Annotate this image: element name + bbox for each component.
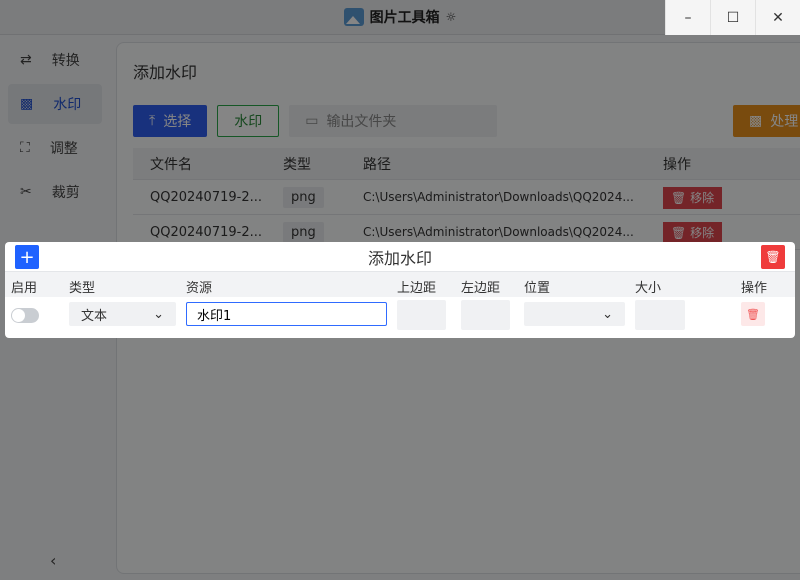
app-logo-icon — [343, 8, 364, 26]
delete-all-button[interactable]: 🗑 — [761, 245, 785, 269]
watermark-row: 文本 ⌄ ⌄ 🗑 — [5, 297, 795, 337]
left-margin-input[interactable] — [461, 300, 510, 330]
scissors-icon: ✂ — [20, 184, 32, 200]
column-header: 操作 — [663, 156, 691, 173]
column-header: 路径 — [363, 156, 391, 173]
resize-icon: ⛶ — [20, 140, 30, 156]
type-tag: png — [283, 221, 324, 243]
close-button[interactable]: ✕ — [755, 0, 800, 35]
output-placeholder: 输出文件夹 — [326, 114, 397, 130]
select-button[interactable]: ⤒ 选择 — [133, 105, 208, 137]
remove-button[interactable]: 🗑 移除 — [663, 186, 723, 209]
trash-icon: 🗑 — [746, 307, 760, 321]
page-title: 添加水印 — [133, 63, 198, 82]
column-header: 大小 — [635, 281, 662, 296]
sidebar-item-watermark[interactable]: ▩ 水印 — [8, 84, 102, 124]
column-header: 左边距 — [461, 281, 501, 296]
type-select[interactable]: 文本 ⌄ — [69, 302, 176, 326]
minimize-button[interactable]: – — [665, 0, 710, 35]
file-path: C:\Users\Administrator\Downloads\QQ2024.… — [363, 225, 634, 239]
file-name: QQ20240719-2... — [150, 224, 262, 240]
delete-row-button[interactable]: 🗑 — [741, 302, 765, 326]
file-path: C:\Users\Administrator\Downloads\QQ2024.… — [363, 190, 634, 204]
column-header: 上边距 — [397, 281, 437, 296]
sidebar-item-label: 调整 — [49, 141, 78, 157]
window-controls: – ☐ ✕ — [665, 0, 800, 35]
process-label: 处理 — [770, 114, 799, 130]
maximize-button[interactable]: ☐ — [710, 0, 755, 35]
trash-icon: 🗑 — [765, 250, 781, 264]
watermark-table-header: 启用 类型 资源 上边距 左边距 位置 大小 操作 — [5, 272, 795, 297]
column-header: 启用 — [11, 281, 38, 296]
column-header: 位置 — [524, 281, 551, 296]
sidebar-item-convert[interactable]: ⇄ 转换 — [8, 40, 102, 80]
process-button[interactable]: ▩ 处理 — [733, 105, 800, 137]
sidebar-item-label: 转换 — [51, 53, 80, 69]
file-name: QQ20240719-2... — [150, 189, 262, 205]
dialog-title: 添加水印 — [367, 248, 432, 268]
column-header: 文件名 — [150, 156, 192, 173]
remove-label: 移除 — [690, 190, 715, 205]
chevron-down-icon: ⌄ — [153, 306, 164, 322]
type-tag: png — [283, 186, 324, 208]
sidebar-item-adjust[interactable]: ⛶ 调整 — [8, 128, 102, 168]
position-select[interactable]: ⌄ — [524, 302, 625, 326]
column-header: 类型 — [283, 156, 311, 173]
column-header: 资源 — [186, 281, 213, 296]
enable-toggle[interactable] — [11, 308, 39, 323]
upload-icon: ⤒ — [149, 113, 156, 129]
add-watermark-button[interactable]: + — [15, 245, 39, 269]
column-header: 类型 — [69, 281, 96, 296]
sidebar-item-crop[interactable]: ✂ 裁剪 — [8, 172, 102, 212]
resource-input[interactable] — [186, 302, 387, 326]
process-icon: ▩ — [749, 113, 763, 129]
file-table: 文件名 类型 路径 操作 QQ20240719-2... png C:\Users\Adm… — [133, 148, 800, 250]
top-margin-input[interactable] — [397, 300, 446, 330]
select-label: 选择 — [163, 114, 192, 130]
sidebar-item-label: 裁剪 — [51, 185, 80, 201]
sidebar-item-label: 水印 — [53, 97, 82, 113]
watermark-button[interactable]: 水印 — [217, 105, 280, 137]
size-input[interactable] — [635, 300, 685, 330]
chevron-down-icon: ⌄ — [602, 306, 613, 322]
type-value: 文本 — [81, 308, 108, 324]
column-header: 操作 — [741, 281, 768, 296]
app-title: 图片工具箱 — [369, 10, 440, 26]
folder-icon: ▭ — [305, 113, 319, 129]
watermark-icon: ▩ — [20, 96, 34, 112]
add-watermark-dialog: + 添加水印 🗑 启用 类型 资源 上边距 左边距 位置 大小 操作 文本 ⌄ ⌄… — [5, 242, 795, 338]
remove-button[interactable]: 🗑 移除 — [663, 221, 723, 244]
table-row: QQ20240719-2... png C:\Users\Administrator… — [133, 180, 800, 215]
sun-icon[interactable]: ☼ — [446, 10, 457, 24]
swap-icon: ⇄ — [20, 52, 32, 68]
remove-label: 移除 — [690, 225, 715, 240]
collapse-sidebar-button[interactable]: ‹ — [50, 551, 56, 570]
output-folder-input[interactable]: ▭ 输出文件夹 — [289, 105, 498, 137]
